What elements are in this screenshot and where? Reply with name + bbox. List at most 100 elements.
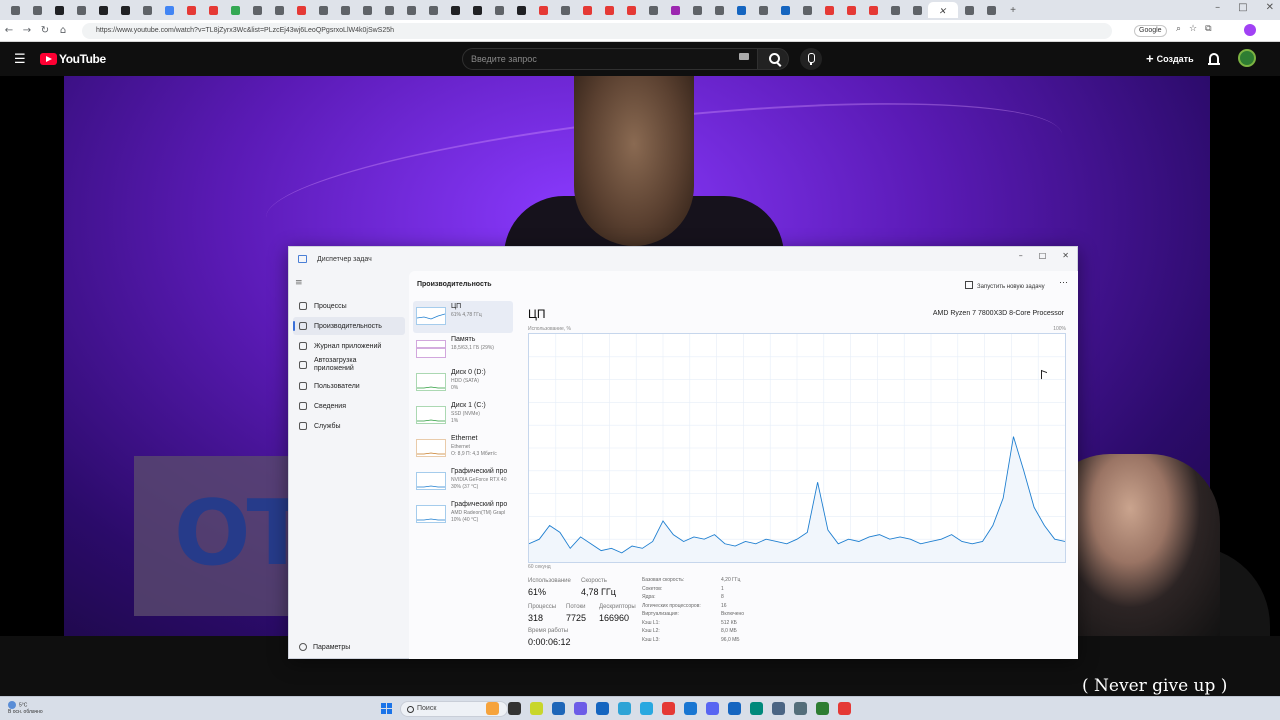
more-options-icon[interactable]: ⋯ [1059, 277, 1068, 288]
taskbar-app-icon[interactable] [640, 702, 653, 715]
browser-tab[interactable] [796, 2, 818, 18]
taskbar-app-icon[interactable] [618, 702, 631, 715]
device-item[interactable]: Память 18,5/63,1 ГБ (29%) [413, 334, 513, 366]
taskbar-app-icon[interactable] [728, 702, 741, 715]
taskbar-app-icon[interactable] [574, 702, 587, 715]
browser-tab[interactable] [958, 2, 980, 18]
search-engine-chip[interactable]: Google [1134, 25, 1167, 37]
browser-tab[interactable] [980, 2, 1002, 18]
browser-tab[interactable] [642, 2, 664, 18]
browser-tab[interactable] [114, 2, 136, 18]
browser-tab[interactable] [576, 2, 598, 18]
run-new-task-button[interactable]: Запустить новую задачу [965, 281, 1045, 290]
nav-item[interactable]: Сведения [293, 397, 405, 415]
device-item[interactable]: ЦП 61% 4,78 ГГц [413, 301, 513, 333]
browser-tab[interactable] [840, 2, 862, 18]
channel-avatar[interactable] [1238, 49, 1256, 67]
browser-tab[interactable]: ✕ [928, 2, 958, 18]
taskbar-app-icon[interactable] [750, 702, 763, 715]
hamburger-icon[interactable]: ≡ [295, 278, 303, 288]
bookmark-star-icon[interactable]: ☆ [1189, 24, 1197, 34]
browser-tab[interactable] [774, 2, 796, 18]
settings-nav-item[interactable]: Параметры [299, 643, 350, 651]
browser-tab[interactable] [334, 2, 356, 18]
browser-tab[interactable] [488, 2, 510, 18]
create-button[interactable]: + Создать [1140, 48, 1200, 70]
taskbar-app-icon[interactable] [662, 702, 675, 715]
browser-tab[interactable] [290, 2, 312, 18]
device-item[interactable]: Диск 1 (C:) SSD (NVMe) 1% [413, 400, 513, 432]
minimize-icon[interactable]: – [1215, 2, 1220, 13]
menu-icon[interactable]: ☰ [14, 52, 26, 67]
taskbar-app-icon[interactable] [794, 702, 807, 715]
browser-tab[interactable] [136, 2, 158, 18]
taskbar-app-icon[interactable] [508, 702, 521, 715]
browser-tab[interactable] [620, 2, 642, 18]
keyboard-icon[interactable] [739, 53, 749, 60]
browser-tab[interactable] [884, 2, 906, 18]
taskbar-app-icon[interactable] [706, 702, 719, 715]
taskbar-app-icon[interactable] [816, 702, 829, 715]
browser-tab[interactable] [532, 2, 554, 18]
browser-tab[interactable] [26, 2, 48, 18]
browser-tab[interactable] [70, 2, 92, 18]
extensions-icon[interactable]: ⧉ [1205, 24, 1211, 34]
nav-item[interactable]: Пользователи [293, 377, 405, 395]
device-item[interactable]: Графический про NVIDIA GeForce RTX 40 30%… [413, 466, 513, 498]
search-input[interactable]: Введите запрос [462, 48, 758, 70]
browser-tab[interactable] [246, 2, 268, 18]
browser-tab[interactable] [312, 2, 334, 18]
maximize-icon[interactable]: □ [1238, 2, 1247, 13]
windows-start-icon[interactable] [381, 703, 392, 714]
device-item[interactable]: Ethernet Ethernet О: 8,9 П: 4,3 Мбит/с [413, 433, 513, 465]
browser-tab[interactable] [664, 2, 686, 18]
browser-tab[interactable] [818, 2, 840, 18]
browser-tab[interactable] [598, 2, 620, 18]
browser-tab[interactable] [202, 2, 224, 18]
profile-avatar[interactable] [1244, 24, 1256, 36]
close-icon[interactable]: ✕ [1062, 251, 1069, 260]
browser-tab[interactable] [378, 2, 400, 18]
browser-tab[interactable] [92, 2, 114, 18]
taskbar-app-icon[interactable] [530, 702, 543, 715]
device-item[interactable]: Диск 0 (D:) HDD (SATA) 0% [413, 367, 513, 399]
nav-item[interactable]: Автозагрузка приложений [293, 355, 405, 375]
notifications-bell-icon[interactable] [1208, 53, 1220, 65]
youtube-logo-text[interactable]: YouTube [59, 52, 106, 66]
browser-tab[interactable] [400, 2, 422, 18]
browser-tab[interactable] [444, 2, 466, 18]
browser-tab[interactable] [554, 2, 576, 18]
youtube-logo-icon[interactable] [40, 53, 57, 65]
new-tab-button[interactable]: + [1002, 2, 1024, 18]
browser-tab[interactable] [906, 2, 928, 18]
nav-item[interactable]: Производительность [293, 317, 405, 335]
browser-tab[interactable] [752, 2, 774, 18]
taskbar-app-icon[interactable] [596, 702, 609, 715]
nav-item[interactable]: Процессы [293, 297, 405, 315]
browser-tab[interactable] [180, 2, 202, 18]
browser-tab[interactable] [356, 2, 378, 18]
close-icon[interactable]: ✕ [1266, 2, 1274, 13]
nav-item[interactable]: Журнал приложений [293, 337, 405, 355]
browser-tab[interactable] [224, 2, 246, 18]
taskbar-app-icon[interactable] [684, 702, 697, 715]
browser-tab[interactable] [422, 2, 444, 18]
browser-tab[interactable] [730, 2, 752, 18]
address-bar[interactable]: https://www.youtube.com/watch?v=TL8jZyrx… [82, 23, 1112, 39]
device-item[interactable]: Графический про AMD Radeon(TM) Grapl 10% … [413, 499, 513, 531]
search-button[interactable] [757, 48, 789, 70]
taskbar-app-icon[interactable] [838, 702, 851, 715]
browser-tab[interactable] [4, 2, 26, 18]
home-icon[interactable]: ⌂ [54, 25, 72, 36]
nav-item[interactable]: Службы [293, 417, 405, 435]
browser-tab[interactable] [48, 2, 70, 18]
taskbar-app-icon[interactable] [552, 702, 565, 715]
minimize-icon[interactable]: – [1019, 251, 1023, 260]
voice-search-icon[interactable] [800, 48, 822, 70]
back-icon[interactable]: ← [0, 25, 18, 36]
browser-tab[interactable] [466, 2, 488, 18]
forward-icon[interactable]: → [18, 25, 36, 36]
zoom-icon[interactable]: ⌕ [1176, 24, 1181, 34]
browser-tab[interactable] [158, 2, 180, 18]
browser-tab[interactable] [708, 2, 730, 18]
